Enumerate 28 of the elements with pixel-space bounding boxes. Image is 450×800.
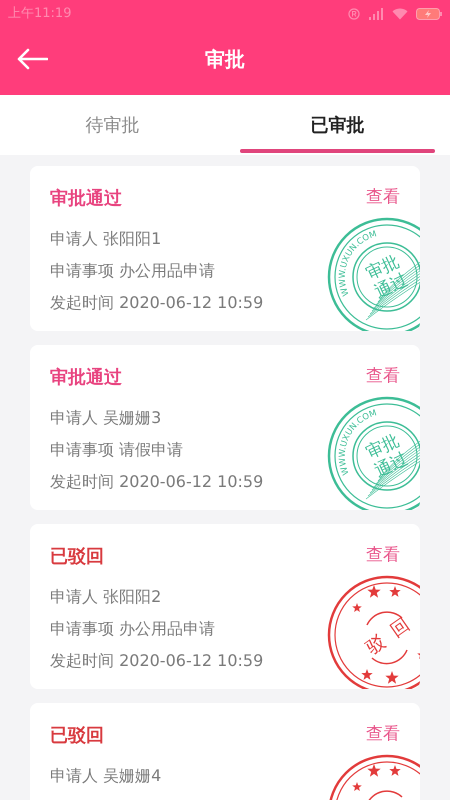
- view-link[interactable]: 查看: [366, 722, 400, 748]
- signal-icon: [368, 8, 384, 20]
- record-detail: 申请人 吴姗姗4: [50, 765, 162, 787]
- record-detail: 申请事项 办公用品申请: [50, 260, 216, 282]
- status-title: 已驳回: [50, 544, 104, 568]
- view-link[interactable]: 查看: [366, 543, 400, 569]
- record-detail: 申请事项 办公用品申请: [50, 618, 216, 640]
- page-title: 审批: [205, 46, 245, 72]
- battery-icon: [416, 8, 442, 20]
- view-link[interactable]: 查看: [366, 364, 400, 390]
- wifi-icon: [392, 8, 408, 20]
- status-title: 已驳回: [50, 724, 104, 748]
- stamp-text: 驳 回: [362, 614, 414, 659]
- tab[interactable]: 待审批: [0, 95, 225, 155]
- record-detail: 发起时间 2020-06-12 10:59: [50, 650, 264, 672]
- status-title: 审批通过: [50, 366, 122, 390]
- record-detail: 申请人 张阳阳1: [50, 228, 162, 250]
- view-link[interactable]: 查看: [366, 185, 400, 211]
- tab[interactable]: 已审批: [225, 95, 450, 155]
- back-arrow-icon: [16, 48, 48, 70]
- status-title: 审批通过: [50, 186, 122, 210]
- record-detail: 发起时间 2020-06-12 10:59: [50, 471, 264, 493]
- registered-icon: [348, 8, 360, 20]
- record-detail: 申请事项 请假申请: [50, 439, 184, 461]
- record-detail: 申请人 吴姗姗3: [50, 407, 162, 429]
- record-detail: 申请人 张阳阳2: [50, 586, 162, 608]
- status-time: 上午11:19: [8, 5, 72, 24]
- record-detail: 发起时间 2020-06-12 10:59: [50, 292, 264, 314]
